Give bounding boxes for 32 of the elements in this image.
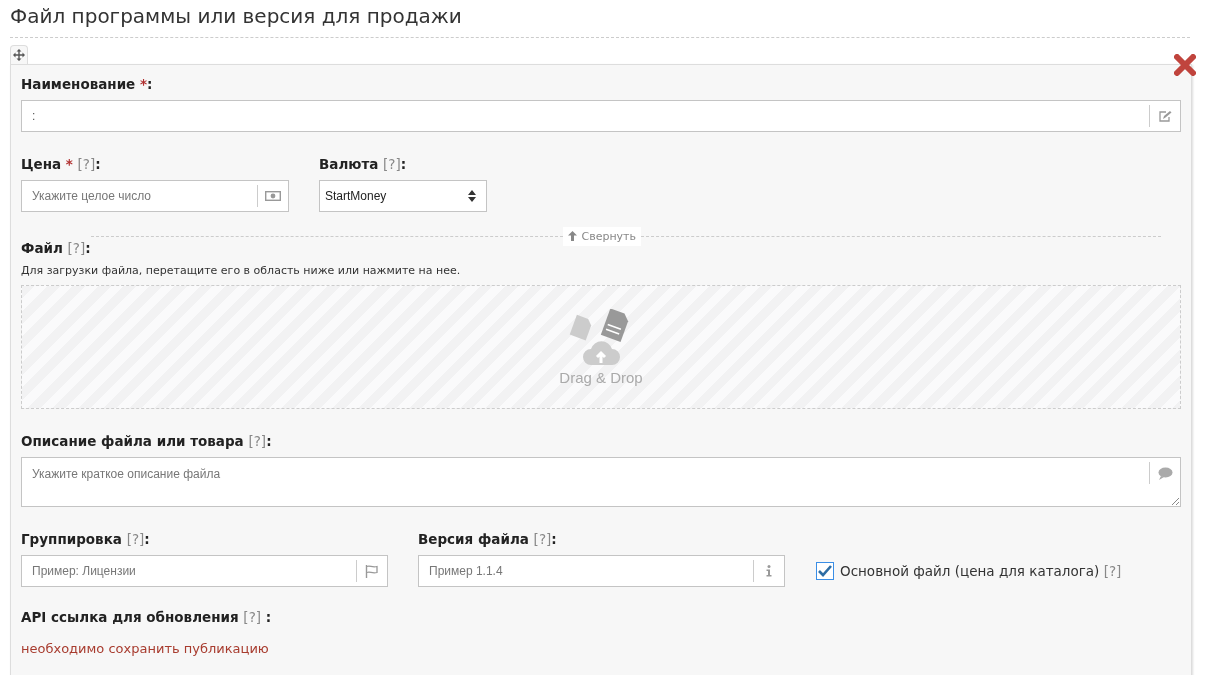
field-label: Цена * [?]: — [21, 156, 102, 172]
flag-icon — [365, 564, 379, 578]
currency-select[interactable]: StartMoney — [319, 180, 487, 212]
price-input[interactable]: Укажите целое число — [21, 180, 289, 212]
move-handle[interactable] — [10, 45, 28, 64]
grouping-input[interactable]: Пример: Лицензии — [21, 555, 388, 587]
page-title: Файл программы или версия для продажи — [10, 4, 462, 28]
edit-icon — [1158, 109, 1172, 123]
move-icon — [13, 49, 25, 61]
info-icon — [766, 565, 772, 577]
resize-grip-icon[interactable] — [1171, 497, 1179, 505]
version-input[interactable]: Пример 1.1.4 — [418, 555, 785, 587]
collapse-button[interactable]: Свернуть — [563, 226, 641, 246]
field-label: Файл [?]: — [21, 240, 92, 256]
upload-hint: Для загрузки файла, перетащите его в область ниже или нажмите на нее. — [21, 264, 461, 277]
checkbox-label[interactable]: Основной файл (цена для каталога) [?] — [840, 563, 1122, 579]
close-icon[interactable] — [1174, 54, 1196, 76]
save-required-note: необходимо сохранить публикацию — [21, 641, 269, 656]
field-label: API ссылка для обновления [?] : — [21, 609, 273, 625]
banknote-icon — [265, 191, 281, 201]
arrow-up-icon — [568, 231, 578, 241]
drop-zone-text: Drag & Drop — [559, 368, 643, 386]
speech-bubble-icon — [1157, 466, 1173, 480]
description-textarea[interactable]: Укажите краткое описание файла — [21, 457, 1181, 507]
name-input[interactable]: : — [21, 100, 1181, 132]
field-label: Группировка [?]: — [21, 531, 151, 547]
field-label: Наименование *: — [21, 76, 154, 92]
sort-caret-icon — [468, 190, 476, 202]
field-label: Версия файла [?]: — [418, 531, 558, 547]
field-label: Описание файла или товара [?]: — [21, 433, 273, 449]
checkbox[interactable] — [816, 562, 834, 580]
field-label: Валюта [?]: — [319, 156, 408, 172]
